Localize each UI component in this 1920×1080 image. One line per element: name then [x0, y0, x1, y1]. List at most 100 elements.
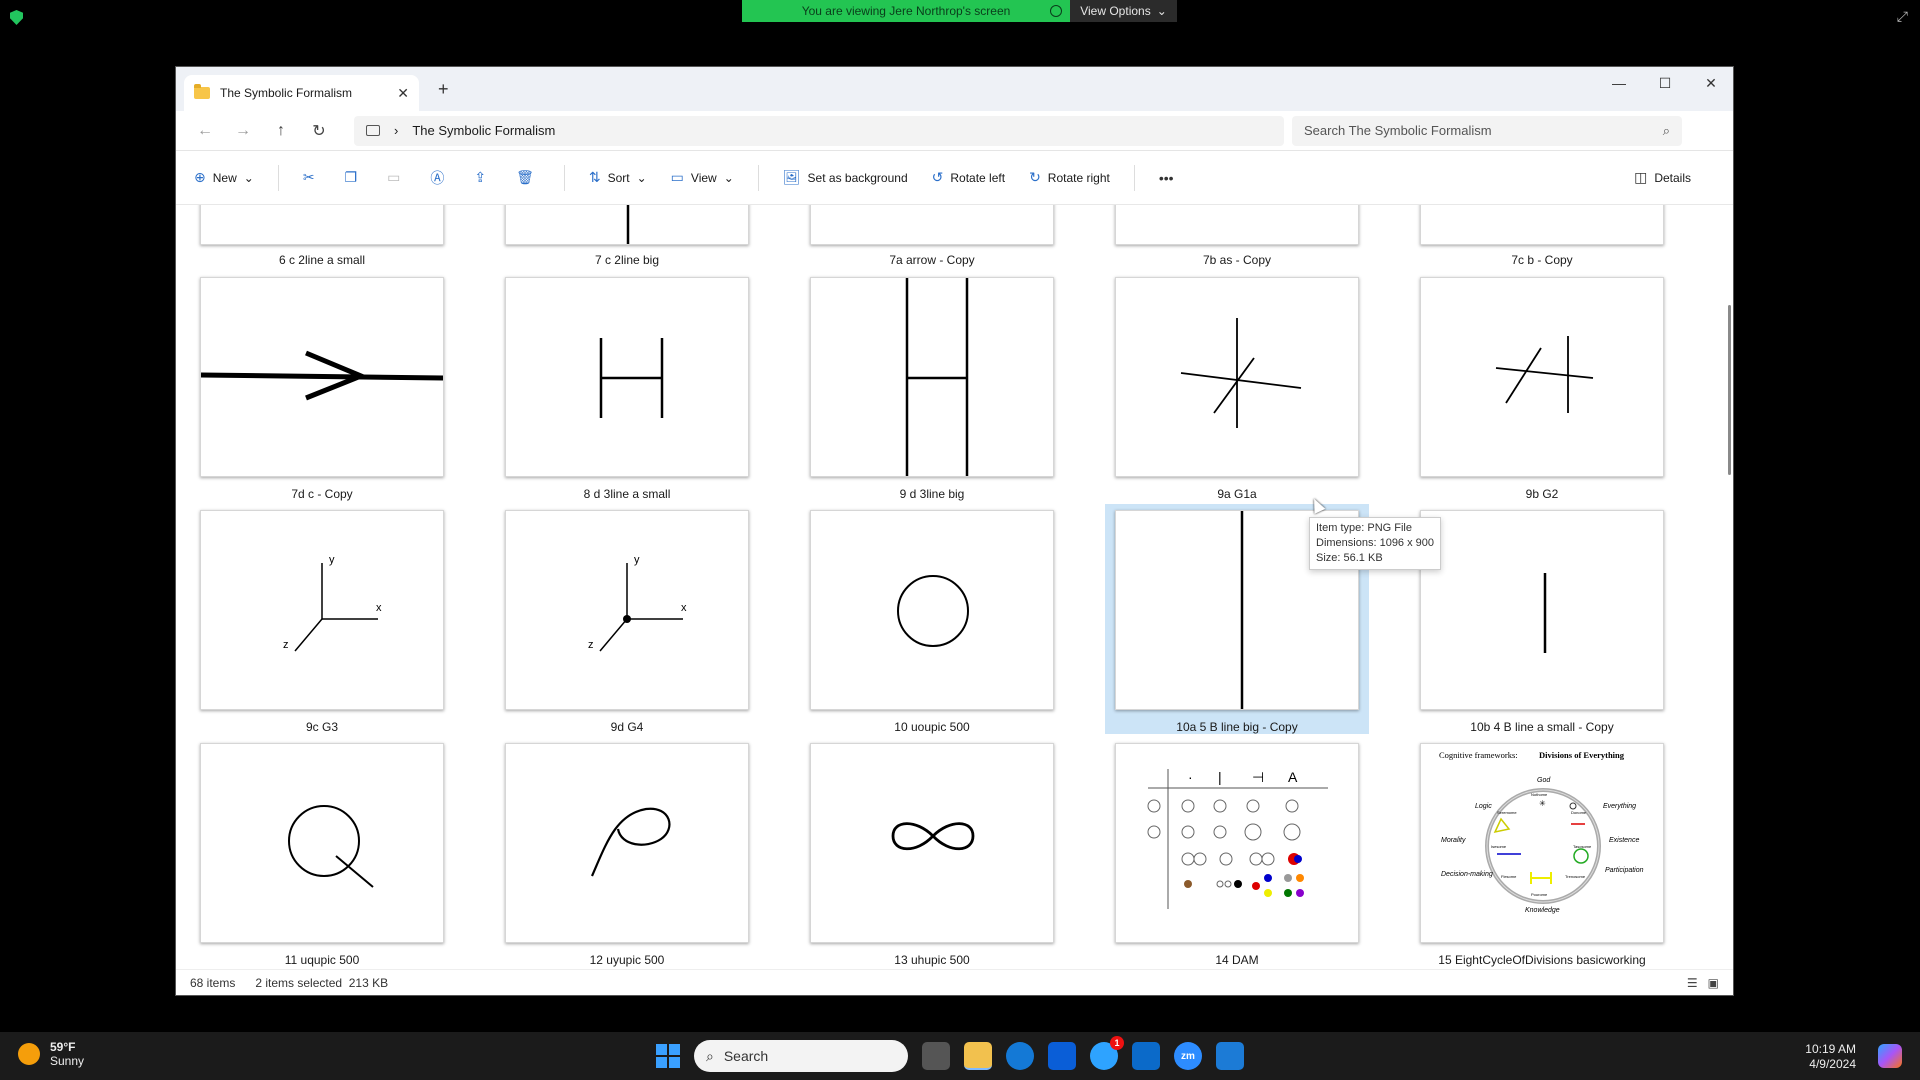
store-icon[interactable]	[1132, 1042, 1160, 1070]
fullscreen-icon[interactable]: ⤢	[1897, 8, 1908, 25]
taskbar-search[interactable]: ⌕ Search	[694, 1040, 908, 1072]
file-name: 11 uqupic 500	[284, 953, 360, 967]
task-view-icon[interactable]	[922, 1042, 950, 1070]
svg-text:y: y	[634, 554, 640, 566]
scissors-icon: ✂	[302, 169, 315, 185]
q-drawing	[288, 805, 374, 888]
search-icon: ⌕	[706, 1047, 714, 1064]
close-window-button[interactable]: ✕	[1688, 67, 1733, 99]
axes-drawing: y x z	[283, 554, 382, 652]
svg-text:Nothome: Nothome	[1531, 792, 1548, 797]
rotate-right-icon: ↻	[1029, 169, 1041, 185]
h-big-drawing	[905, 278, 969, 476]
help-icon[interactable]: 1	[1090, 1036, 1124, 1070]
view-button[interactable]: ▭ View ⌄	[671, 169, 734, 186]
details-pane-button[interactable]: ◫ Details	[1634, 169, 1691, 186]
folder-icon	[194, 84, 210, 99]
taskbar: 59°F Sunny ⌕ Search 1 zm 10:19 AM 4/9/2024	[0, 1032, 1920, 1080]
thumbnail	[1115, 205, 1359, 245]
file-info-tooltip: Item type: PNG File Dimensions: 1096 x 9…	[1309, 517, 1442, 570]
infinity-drawing	[891, 822, 975, 851]
computer-icon	[366, 125, 380, 136]
new-tab-button[interactable]: +	[438, 79, 449, 100]
close-tab-icon[interactable]: ✕	[397, 85, 409, 102]
sort-button[interactable]: ⇅ Sort ⌄	[589, 169, 647, 186]
chevron-down-icon: ⌄	[636, 170, 647, 185]
cut-button[interactable]: ✂	[303, 169, 315, 186]
svg-text:Knowledge: Knowledge	[1525, 907, 1560, 914]
mathematica-icon[interactable]	[1048, 1042, 1076, 1070]
h-drawing	[599, 338, 664, 418]
command-bar: ⊕ New ⌄ ✂ ❐ ▭ Ⓐ ⇪ 🗑 ⇅ Sort ⌄ ▭ View ⌄ 🖼 Set as …	[176, 151, 1733, 205]
large-icons-view-icon[interactable]: ▣	[1708, 976, 1719, 990]
back-button[interactable]: ←	[186, 122, 224, 140]
sort-icon: ⇅	[588, 169, 601, 185]
explorer-tab[interactable]: The Symbolic Formalism ✕	[184, 75, 419, 111]
details-view-icon[interactable]: ☰	[1687, 976, 1698, 990]
set-background-button[interactable]: 🖼 Set as background	[783, 169, 908, 186]
start-button[interactable]	[656, 1044, 680, 1068]
minimize-button[interactable]: —	[1596, 67, 1642, 99]
delete-button[interactable]: 🗑	[516, 169, 534, 186]
thumbnail	[505, 277, 749, 477]
file-explorer-icon[interactable]	[964, 1042, 992, 1070]
file-name: 13 uhupic 500	[894, 953, 970, 967]
svg-text:Seremome: Seremome	[1497, 810, 1517, 815]
svg-text:A: A	[1288, 769, 1298, 785]
svg-text:|: |	[1218, 769, 1222, 785]
forward-button[interactable]: →	[224, 122, 262, 140]
ellipsis-icon: •••	[1158, 169, 1174, 186]
new-button[interactable]: ⊕ New ⌄	[194, 169, 254, 186]
thumbnail: · | ⊣ A	[1115, 743, 1359, 943]
file-name: 14 DAM	[1215, 953, 1259, 967]
share-button[interactable]: ⇪	[474, 169, 486, 186]
thumbnail	[1420, 277, 1664, 477]
maximize-button[interactable]: ☐	[1642, 67, 1688, 99]
zoom-icon[interactable]: zm	[1174, 1042, 1202, 1070]
pen-app-icon[interactable]	[1216, 1042, 1244, 1070]
divider	[757, 164, 759, 191]
file-name: 10 uoupic 500	[894, 720, 970, 734]
vertical-scrollbar[interactable]	[1728, 305, 1731, 475]
divider	[277, 164, 279, 191]
paste-button[interactable]: ▭	[387, 169, 400, 186]
copy-button[interactable]: ❐	[345, 169, 358, 186]
edge-icon[interactable]	[1006, 1042, 1034, 1070]
rotate-left-icon: ↺	[931, 169, 944, 185]
cross-drawing	[1495, 336, 1594, 413]
file-name: 8 d 3line a small	[583, 487, 671, 501]
chevron-down-icon: ⌄	[243, 170, 254, 185]
view-options-button[interactable]: View Options ⌄	[1070, 0, 1177, 22]
chevron-down-icon: ⌄	[1156, 4, 1167, 18]
file-name: 7b as - Copy	[1202, 253, 1272, 267]
file-name: 9c G3	[305, 720, 338, 734]
thumbnail	[200, 743, 444, 943]
search-input[interactable]: Search The Symbolic Formalism ⌕	[1292, 115, 1682, 146]
svg-text:Participation: Participation	[1605, 867, 1644, 874]
rotate-left-button[interactable]: ↺ Rotate left	[932, 169, 1005, 186]
thumbnail	[200, 205, 444, 245]
thumbnail	[1115, 277, 1359, 477]
selection-info: 2 items selected 213 KB	[255, 975, 389, 990]
refresh-button[interactable]: ↻	[300, 121, 338, 141]
copilot-icon[interactable]	[1878, 1044, 1902, 1068]
security-shield-icon	[10, 10, 23, 25]
more-options-button[interactable]: •••	[1159, 170, 1174, 186]
rotate-right-button[interactable]: ↻ Rotate right	[1029, 169, 1110, 186]
svg-text:Flesome: Flesome	[1501, 874, 1517, 879]
view-toggles: ☰ ▣	[1687, 976, 1719, 990]
path-field[interactable]: › The Symbolic Formalism	[354, 115, 1284, 146]
up-button[interactable]: ↑	[262, 122, 300, 140]
address-bar: ← → ↑ ↻ › The Symbolic Formalism Search …	[176, 111, 1733, 151]
share-message: You are viewing Jere Northrop's screen	[742, 0, 1070, 22]
file-name: 7d c - Copy	[291, 487, 353, 501]
system-clock[interactable]: 10:19 AM 4/9/2024	[1805, 1042, 1856, 1072]
thumbnail	[810, 743, 1054, 943]
status-bar: 68 items 2 items selected 213 KB ☰ ▣	[176, 969, 1733, 995]
file-explorer-window: The Symbolic Formalism ✕ + — ☐ ✕ ← → ↑ ↻…	[175, 66, 1734, 996]
weather-widget[interactable]: 59°F Sunny	[18, 1040, 84, 1068]
rename-button[interactable]: Ⓐ	[430, 168, 444, 188]
breadcrumb[interactable]: The Symbolic Formalism	[412, 123, 555, 138]
svg-text:Trenosome: Trenosome	[1565, 874, 1586, 879]
svg-text:Existence: Existence	[1609, 837, 1639, 844]
